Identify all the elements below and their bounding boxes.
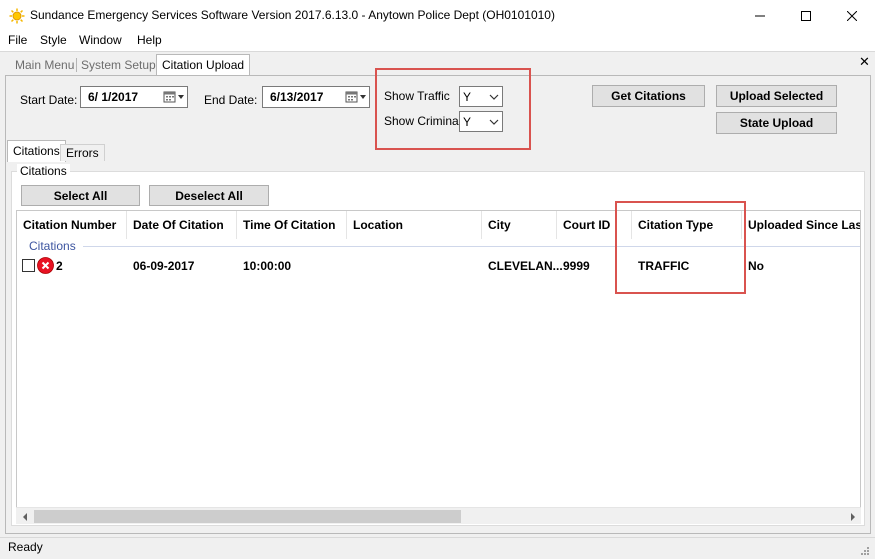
column-header-city[interactable]: City [482,211,557,239]
calendar-icon[interactable] [161,88,187,106]
select-all-button[interactable]: Select All [21,185,140,206]
row-checkbox[interactable] [22,259,35,272]
group-header[interactable]: Citations [29,239,76,253]
column-header-location[interactable]: Location [347,211,482,239]
status-text: Ready [8,540,43,554]
cell-court-id: 9999 [563,259,590,273]
column-header-uploaded[interactable]: Uploaded Since Last [742,211,860,239]
tab-system-setup[interactable]: System Setup [76,55,161,75]
get-citations-button[interactable]: Get Citations [592,85,705,107]
cell-date: 06-09-2017 [133,259,195,273]
minimize-icon [755,15,765,16]
end-date-label: End Date: [204,93,258,107]
close-button[interactable] [829,0,875,31]
resize-grip-icon[interactable] [858,544,870,556]
tab-citations[interactable]: Citations [7,140,66,162]
tab-main-menu[interactable]: Main Menu [10,55,79,75]
maximize-button[interactable] [783,0,829,31]
column-header-citation-number[interactable]: Citation Number [17,211,127,239]
close-tab-icon[interactable]: ✕ [859,54,870,70]
scroll-left-icon[interactable] [16,508,33,525]
cell-citation-number: 2 [56,259,63,273]
minimize-button[interactable] [737,0,783,31]
end-date-picker[interactable]: 6/13/2017 [262,86,370,108]
error-icon [37,257,54,274]
cell-uploaded: No [748,259,764,273]
start-date-value: 6/ 1/2017 [88,90,139,104]
column-header-time[interactable]: Time Of Citation [237,211,347,239]
citations-group-label: Citations [17,164,70,178]
menu-bar [0,31,875,51]
menu-help[interactable]: Help [137,33,162,47]
state-upload-button[interactable]: State Upload [716,112,837,134]
column-header-date[interactable]: Date Of Citation [127,211,237,239]
citation-type-highlight-box [615,201,746,294]
start-date-label: Start Date: [20,93,78,107]
close-icon [847,10,857,21]
tab-citation-upload[interactable]: Citation Upload [156,54,251,76]
tab-errors[interactable]: Errors [60,144,105,161]
calendar-icon[interactable] [343,88,369,106]
end-date-value: 6/13/2017 [270,90,324,104]
menu-style[interactable]: Style [40,33,67,47]
menu-window[interactable]: Window [79,33,122,47]
window-title: Sundance Emergency Services Software Ver… [30,8,555,22]
status-bar [0,537,875,559]
upload-selected-button[interactable]: Upload Selected [716,85,837,107]
filter-highlight-box [375,68,531,150]
sun-icon [9,8,25,24]
scrollbar-thumb[interactable] [34,510,461,523]
start-date-picker[interactable]: 6/ 1/2017 [80,86,188,108]
cell-city: CLEVELAN... [488,259,563,273]
scroll-right-icon[interactable] [844,508,861,525]
menu-file[interactable]: File [8,33,27,47]
horizontal-scrollbar[interactable] [16,507,861,524]
deselect-all-button[interactable]: Deselect All [149,185,269,206]
cell-time: 10:00:00 [243,259,292,273]
maximize-icon [801,10,811,21]
